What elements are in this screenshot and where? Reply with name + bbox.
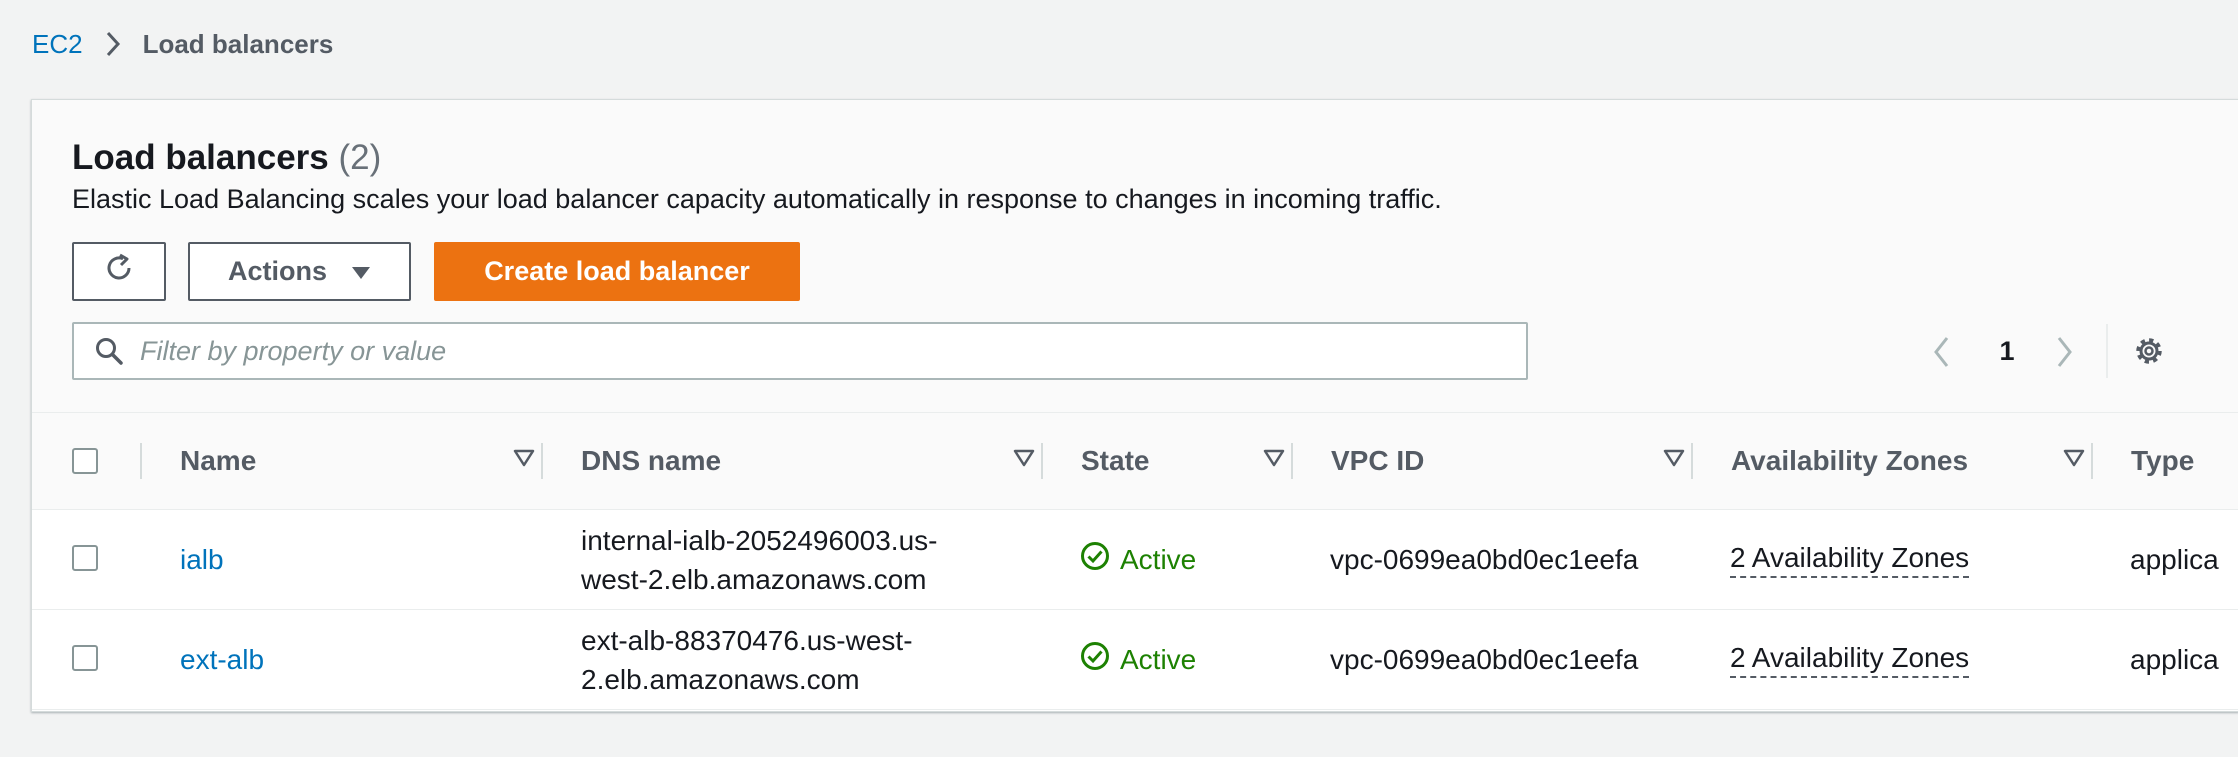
search-icon: [94, 336, 124, 366]
next-page-icon[interactable]: [2054, 336, 2074, 373]
actions-dropdown[interactable]: Actions: [188, 242, 411, 301]
column-divider: [1291, 443, 1293, 479]
column-header-state[interactable]: State: [1081, 413, 1149, 509]
state-text: Active: [1120, 543, 1197, 575]
sort-icon[interactable]: [1263, 449, 1285, 472]
refresh-icon: [102, 251, 136, 292]
filter-input[interactable]: [138, 334, 1526, 368]
check-circle-icon: [1080, 641, 1110, 678]
availability-zones-popover-trigger[interactable]: 2 Availability Zones: [1730, 542, 1970, 578]
column-divider: [140, 443, 142, 479]
gear-icon[interactable]: [2132, 334, 2166, 373]
table-header: Name DNS name State VPC ID Availability …: [32, 413, 2238, 510]
select-all-checkbox[interactable]: [72, 448, 98, 474]
create-load-balancer-button[interactable]: Create load balancer: [434, 242, 800, 301]
breadcrumb-current: Load balancers: [142, 28, 334, 59]
sort-icon[interactable]: [2063, 449, 2085, 472]
column-divider: [1691, 443, 1693, 479]
vpc-id: vpc-0699ea0bd0ec1eefa: [1330, 543, 1639, 575]
load-balancer-name-link[interactable]: ialb: [180, 510, 224, 609]
load-balancers-panel: Load balancers (2) Elastic Load Balancin…: [31, 99, 2238, 712]
availability-zones-popover-trigger[interactable]: 2 Availability Zones: [1730, 642, 1970, 678]
previous-page-icon[interactable]: [1932, 336, 1952, 373]
chevron-right-icon: [83, 31, 143, 57]
type: applica: [2130, 643, 2219, 675]
row-checkbox[interactable]: [72, 545, 98, 571]
state-cell: Active: [1080, 510, 1196, 609]
page-title: Load balancers (2): [72, 138, 381, 178]
sort-icon[interactable]: [513, 449, 535, 472]
caret-down-icon: [351, 256, 371, 287]
filter-box: [72, 322, 1528, 380]
refresh-button[interactable]: [72, 242, 166, 301]
title-text: Load balancers: [72, 138, 329, 177]
panel-header: Load balancers (2) Elastic Load Balancin…: [32, 100, 2238, 413]
pagination-divider: [2106, 324, 2108, 378]
sort-icon[interactable]: [1663, 449, 1685, 472]
breadcrumb-ec2-link[interactable]: EC2: [32, 29, 83, 60]
column-divider: [541, 443, 543, 479]
actions-label: Actions: [227, 256, 327, 286]
sort-icon[interactable]: [1013, 449, 1035, 472]
load-balancer-count: (2): [338, 138, 382, 177]
column-divider: [2091, 443, 2093, 479]
column-header-vpc-id[interactable]: VPC ID: [1331, 413, 1424, 509]
current-page-number[interactable]: 1: [1992, 329, 2022, 373]
row-checkbox[interactable]: [72, 645, 98, 671]
table-row[interactable]: ialb internal-ialb-2052496003.us-west-2.…: [32, 510, 2238, 610]
availability-zones-cell: 2 Availability Zones: [1730, 510, 1970, 609]
column-header-name[interactable]: Name: [180, 413, 256, 509]
table-row[interactable]: ext-alb ext-alb-88370476.us-west-2.elb.a…: [32, 610, 2238, 710]
column-divider: [1041, 443, 1043, 479]
availability-zones-cell: 2 Availability Zones: [1730, 610, 1970, 709]
column-header-availability-zones[interactable]: Availability Zones: [1731, 413, 1968, 509]
state-cell: Active: [1080, 610, 1196, 709]
breadcrumb: EC2 Load balancers: [32, 26, 333, 62]
panel-description: Elastic Load Balancing scales your load …: [72, 184, 1442, 214]
state-text: Active: [1120, 643, 1197, 675]
vpc-id: vpc-0699ea0bd0ec1eefa: [1330, 643, 1639, 675]
load-balancer-name-link[interactable]: ext-alb: [180, 610, 264, 709]
dns-name: internal-ialb-2052496003.us-west-2.elb.a…: [581, 524, 938, 595]
column-header-dns-name[interactable]: DNS name: [581, 413, 721, 509]
type: applica: [2130, 543, 2219, 575]
column-header-type[interactable]: Type: [2131, 413, 2194, 509]
check-circle-icon: [1080, 541, 1110, 578]
dns-name: ext-alb-88370476.us-west-2.elb.amazonaws…: [581, 624, 913, 695]
